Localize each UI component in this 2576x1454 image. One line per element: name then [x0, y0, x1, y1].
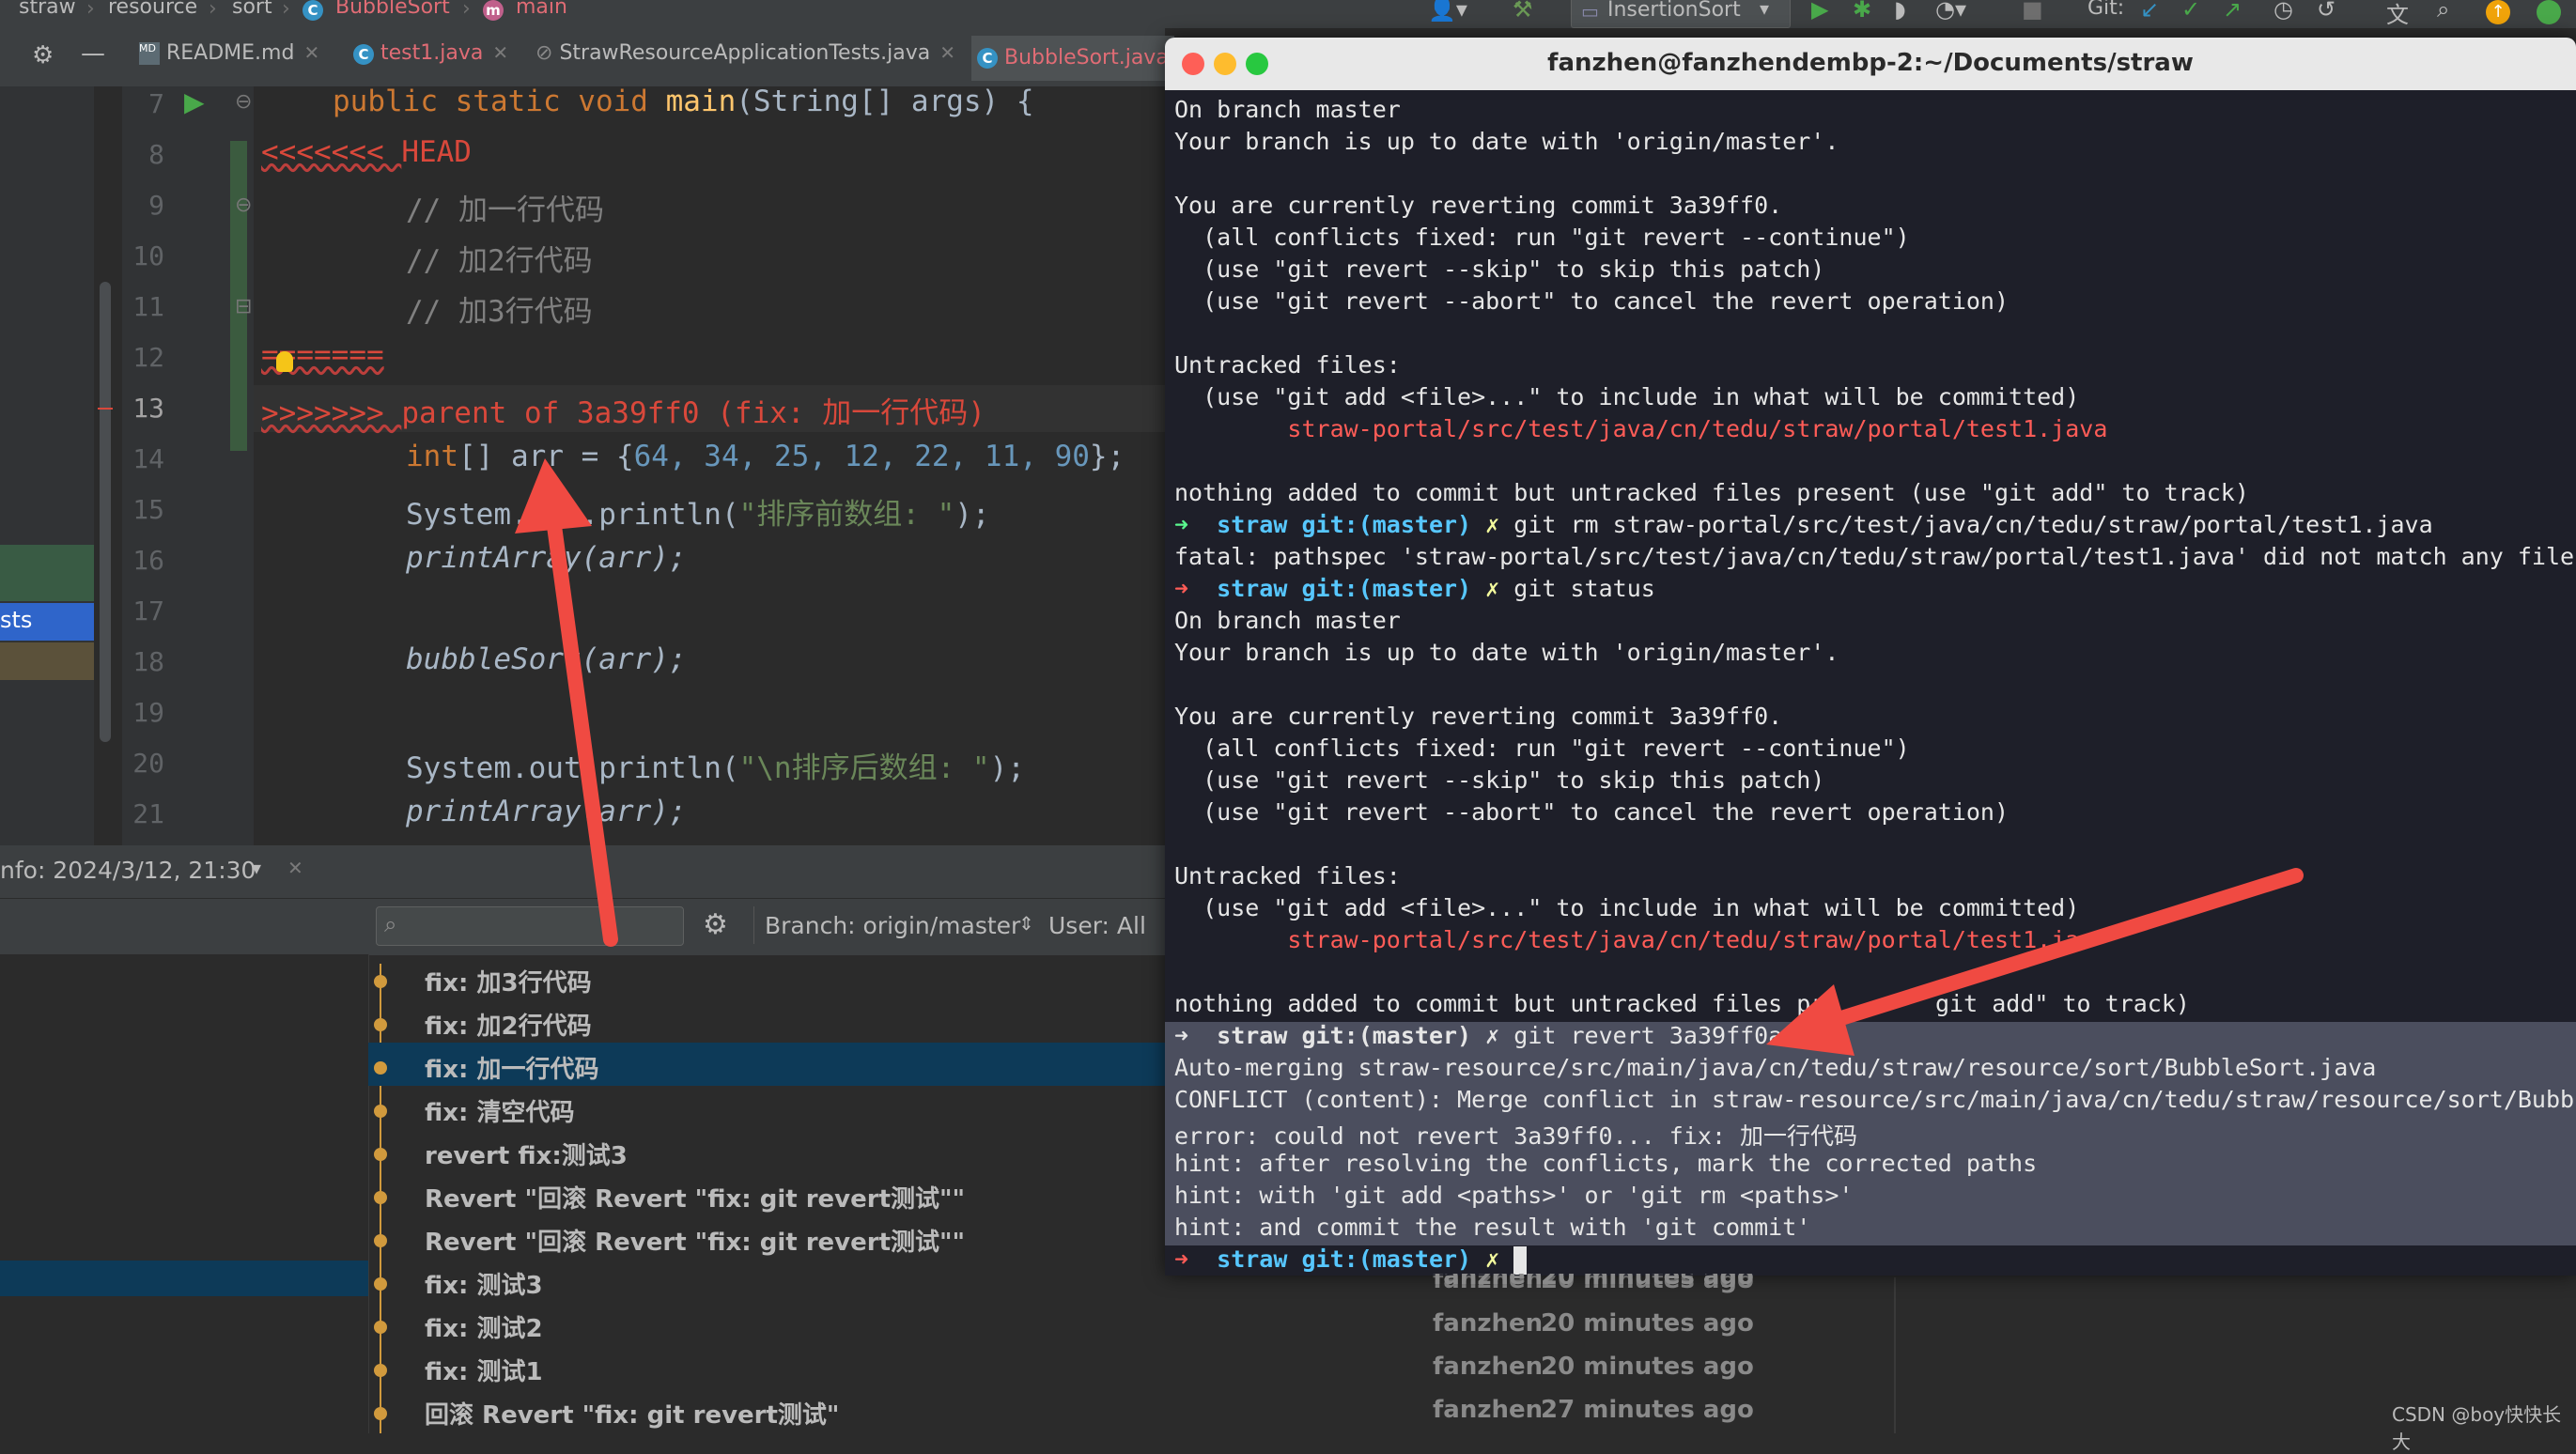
arrow-left-annotation: [1766, 868, 2304, 1056]
annotation-arrows: [515, 458, 2304, 1056]
watermark: CSDN @boy快快长大: [2392, 1403, 2562, 1453]
arrow-up-annotation: [515, 458, 618, 947]
